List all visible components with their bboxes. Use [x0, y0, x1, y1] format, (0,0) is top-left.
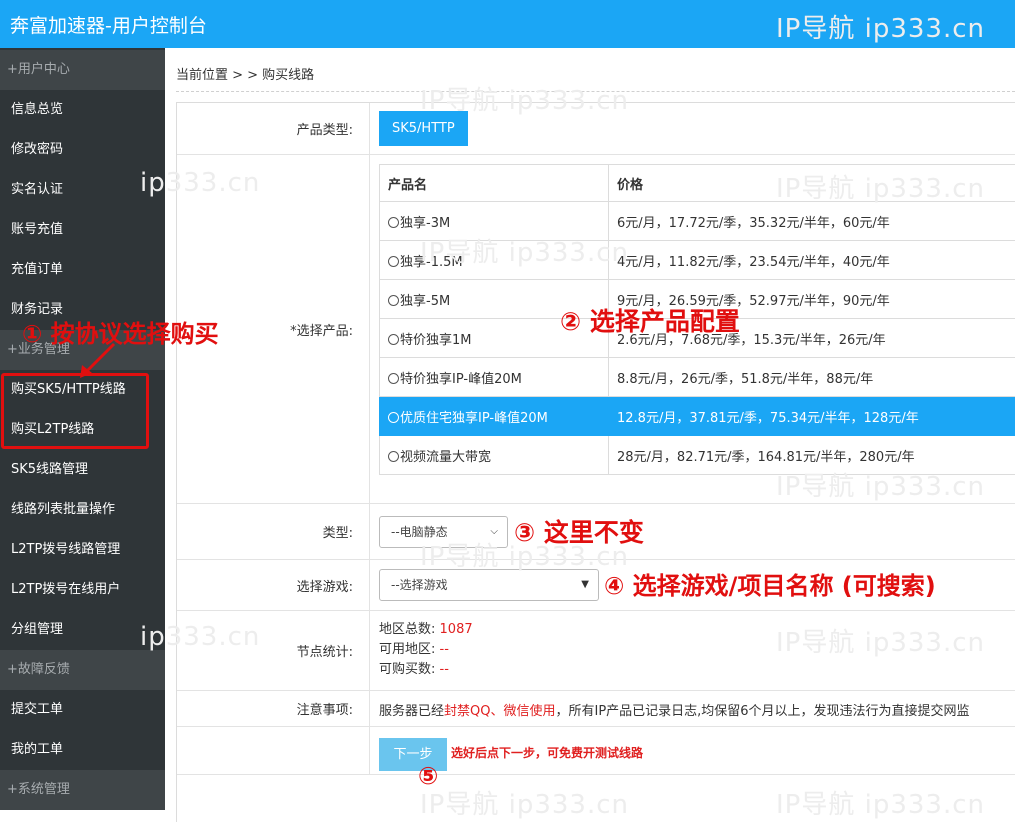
table-row-selected[interactable]: 优质住宅独享IP-峰值20M 12.8元/月，37.81元/季，75.34元/半… [380, 397, 1015, 436]
product-price: 6元/月，17.72元/季，35.32元/半年，60元/年 [609, 202, 1015, 241]
node-avail-label: 可用地区: [379, 642, 435, 657]
sidebar-item-recharge-orders[interactable]: 充值订单 [0, 250, 165, 290]
notice-red: 封禁QQ、微信使用 [444, 704, 555, 719]
product-type-label: 产品类型: [177, 103, 370, 154]
annotation-step-3: ③ 这里不变 [514, 513, 644, 549]
product-price: 12.8元/月，37.81元/季，75.34元/半年，128元/年 [609, 397, 1015, 436]
breadcrumb: 当前位置 > > 购买线路 [176, 64, 314, 83]
product-name: 独享-5M [400, 294, 450, 309]
product-name: 优质住宅独享IP-峰值20M [400, 411, 548, 426]
annotation-step-1: ① 按协议选择购买 [22, 314, 219, 349]
watermark: IP导航 ip333.cn [776, 466, 985, 503]
product-name: 视频流量大带宽 [400, 450, 491, 465]
sidebar-item-info-overview[interactable]: 信息总览 [0, 90, 165, 130]
radio-button[interactable] [388, 451, 399, 462]
table-row[interactable]: 特价独享IP-峰值20M 8.8元/月，26元/季，51.8元/半年，88元/年 [380, 358, 1015, 397]
purchase-form: 产品类型: SK5/HTTP *选择产品: 产品名 价格 独享-3M 6元/月，… [176, 102, 1015, 822]
watermark: IP导航 ip333.cn [776, 168, 985, 205]
sidebar-item-submit-ticket[interactable]: 提交工单 [0, 690, 165, 730]
watermark: IP导航 ip333.cn [420, 80, 629, 117]
notice-pre: 服务器已经 [379, 704, 444, 719]
annotation-step-5: ⑤ [418, 762, 438, 790]
game-select-placeholder: --选择游戏 [391, 578, 448, 592]
watermark: ip333.cn [140, 168, 260, 198]
radio-button[interactable] [388, 256, 399, 267]
watermark: IP导航 ip333.cn [776, 8, 985, 45]
node-stats: 地区总数: 1087 可用地区: -- 可购买数: -- [379, 620, 473, 680]
caret-down-icon: ▼ [581, 570, 589, 600]
sidebar-item-batch-ops[interactable]: 线路列表批量操作 [0, 490, 165, 530]
radio-button[interactable] [388, 373, 399, 384]
sidebar-group-feedback[interactable]: +故障反馈 [0, 650, 165, 690]
annotation-step-2: ② 选择产品配置 [560, 302, 740, 338]
sidebar-item-l2tp-manage[interactable]: L2TP拨号线路管理 [0, 530, 165, 570]
sidebar-item-sk5-manage[interactable]: SK5线路管理 [0, 450, 165, 490]
sidebar-group-user-center[interactable]: +用户中心 [0, 50, 165, 90]
type-label: 类型: [177, 504, 370, 559]
notice-post: ，所有IP产品已记录日志,均保留6个月以上，发现违法行为直接提交网监 [555, 704, 969, 719]
watermark: IP导航 ip333.cn [776, 622, 985, 659]
annotation-highlight-box [1, 373, 149, 449]
product-name: 特价独享IP-峰值20M [400, 372, 522, 387]
sidebar-group-system[interactable]: +系统管理 [0, 770, 165, 810]
node-buy-value: -- [440, 662, 449, 677]
sidebar-item-l2tp-online[interactable]: L2TP拨号在线用户 [0, 570, 165, 610]
notice-label: 注意事项: [177, 691, 370, 726]
node-total-label: 地区总数: [379, 622, 435, 637]
node-avail-value: -- [440, 642, 449, 657]
sidebar-item-recharge[interactable]: 账号充值 [0, 210, 165, 250]
notice-text: 服务器已经封禁QQ、微信使用，所有IP产品已记录日志,均保留6个月以上，发现违法… [379, 700, 1015, 719]
radio-button-selected[interactable] [388, 412, 399, 423]
watermark: ip333.cn [140, 622, 260, 652]
annotation-step-4: ④ 选择游戏/项目名称 (可搜索) [604, 566, 936, 601]
notice-row: 注意事项: 服务器已经封禁QQ、微信使用，所有IP产品已记录日志,均保留6个月以… [177, 691, 1015, 727]
product-name: 独享-3M [400, 216, 450, 231]
radio-button[interactable] [388, 217, 399, 228]
watermark: IP导航 ip333.cn [420, 784, 629, 821]
game-select[interactable]: --选择游戏 ▼ [379, 569, 599, 601]
next-hint: 选好后点下一步，可免费开测试线路 [451, 744, 643, 761]
app-title: 奔富加速器-用户控制台 [10, 11, 207, 38]
node-buy-label: 可购买数: [379, 662, 435, 677]
next-row: 下一步 选好后点下一步，可免费开测试线路 [177, 727, 1015, 775]
sidebar-item-my-tickets[interactable]: 我的工单 [0, 730, 165, 770]
product-name: 特价独享1M [400, 333, 472, 348]
game-label: 选择游戏: [177, 560, 370, 610]
radio-button[interactable] [388, 295, 399, 306]
annotation-arrow [60, 342, 120, 382]
product-price: 4元/月，11.82元/季，23.54元/半年，40元/年 [609, 241, 1015, 280]
node-total-value: 1087 [440, 622, 473, 637]
column-header-name: 产品名 [380, 165, 609, 202]
radio-button[interactable] [388, 334, 399, 345]
watermark: IP导航 ip333.cn [776, 784, 985, 821]
watermark: IP导航 ip333.cn [420, 232, 629, 269]
sidebar-item-change-password[interactable]: 修改密码 [0, 130, 165, 170]
next-row-label [177, 727, 370, 774]
main-content: 当前位置 > > 购买线路 产品类型: SK5/HTTP *选择产品: 产品名 … [165, 48, 1015, 808]
product-price: 8.8元/月，26元/季，51.8元/半年，88元/年 [609, 358, 1015, 397]
